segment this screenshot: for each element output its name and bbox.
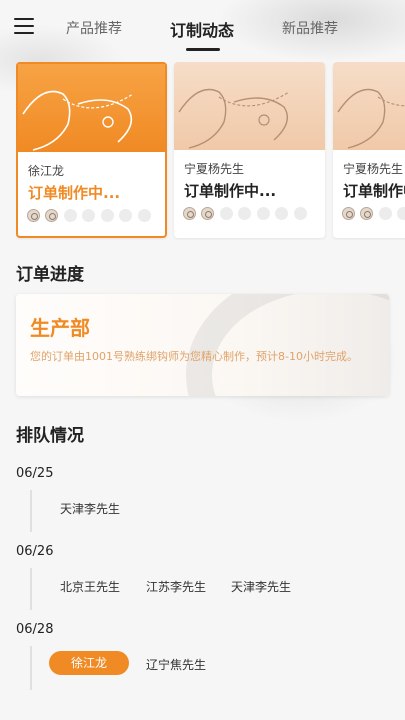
progress-step-dot [82,209,95,222]
tab-product-recommend[interactable]: 产品推荐 [66,18,122,38]
card-order-status: 订单制作中... [28,184,121,202]
queue-name: 北京王先生 [60,580,121,594]
progress-step-dot [379,207,392,220]
ring-icon [45,209,58,222]
ring-icon [201,207,214,220]
ring-icon [360,207,373,220]
queue-heading: 排队情况 [16,426,84,446]
progress-step-dot [238,207,251,220]
department-description: 您的订单由1001号熟练绑钩师为您精心制作，预计8-10小时完成。 [30,350,358,363]
card-customer-name: 徐江龙 [28,164,65,178]
hands-tying-hook-image [18,64,165,152]
tab-new-products[interactable]: 新品推荐 [282,18,338,38]
queue-date: 06/26 [16,544,54,559]
queue-name: 江苏李先生 [146,580,207,594]
timeline-line [30,490,32,532]
ring-icon [183,207,196,220]
order-card[interactable]: 徐江龙 订单制作中... [16,62,167,238]
card-order-status: 订单制作中... [343,182,405,200]
queue-name: 天津李先生 [60,502,121,516]
queue-name: 辽宁焦先生 [146,658,207,672]
department-name: 生产部 [30,316,90,340]
active-tab-indicator [186,48,220,51]
progress-step-dot [220,207,233,220]
progress-step-dot [119,209,132,222]
timeline-line [30,646,32,690]
order-card[interactable]: 宁夏杨先生 订单制作中... [333,62,405,238]
hamburger-menu-icon[interactable] [14,18,34,34]
progress-step-dot [64,209,77,222]
order-card[interactable]: 宁夏杨先生 订单制作中... [174,62,325,238]
hands-tying-hook-image [174,62,325,150]
order-progress-heading: 订单进度 [16,265,84,285]
timeline-line [30,568,32,610]
tab-custom-updates[interactable]: 订制动态 [170,17,234,41]
card-customer-name: 宁夏杨先生 [343,162,404,176]
progress-step-dot [101,209,114,222]
queue-name: 天津李先生 [231,580,292,594]
queue-date: 06/28 [16,622,54,637]
current-user-queue-badge[interactable]: 徐江龙 [49,651,130,675]
card-order-status: 订单制作中... [184,182,277,200]
progress-step-dot [275,207,288,220]
order-cards-carousel[interactable]: 徐江龙 订单制作中... 宁夏杨先生 订单制作中... 宁夏杨先生 订单制作 [16,62,405,240]
order-progress-card: 生产部 您的订单由1001号熟练绑钩师为您精心制作，预计8-10小时完成。 [16,294,389,396]
ring-icon [342,207,355,220]
progress-step-dot [138,209,151,222]
hands-tying-hook-image [333,62,405,150]
progress-step-dot [397,207,405,220]
card-customer-name: 宁夏杨先生 [184,162,245,176]
progress-step-dot [294,207,307,220]
progress-step-dot [257,207,270,220]
ring-icon [27,209,40,222]
top-bar: 产品推荐 订制动态 新品推荐 [0,0,405,56]
queue-date: 06/25 [16,466,54,481]
